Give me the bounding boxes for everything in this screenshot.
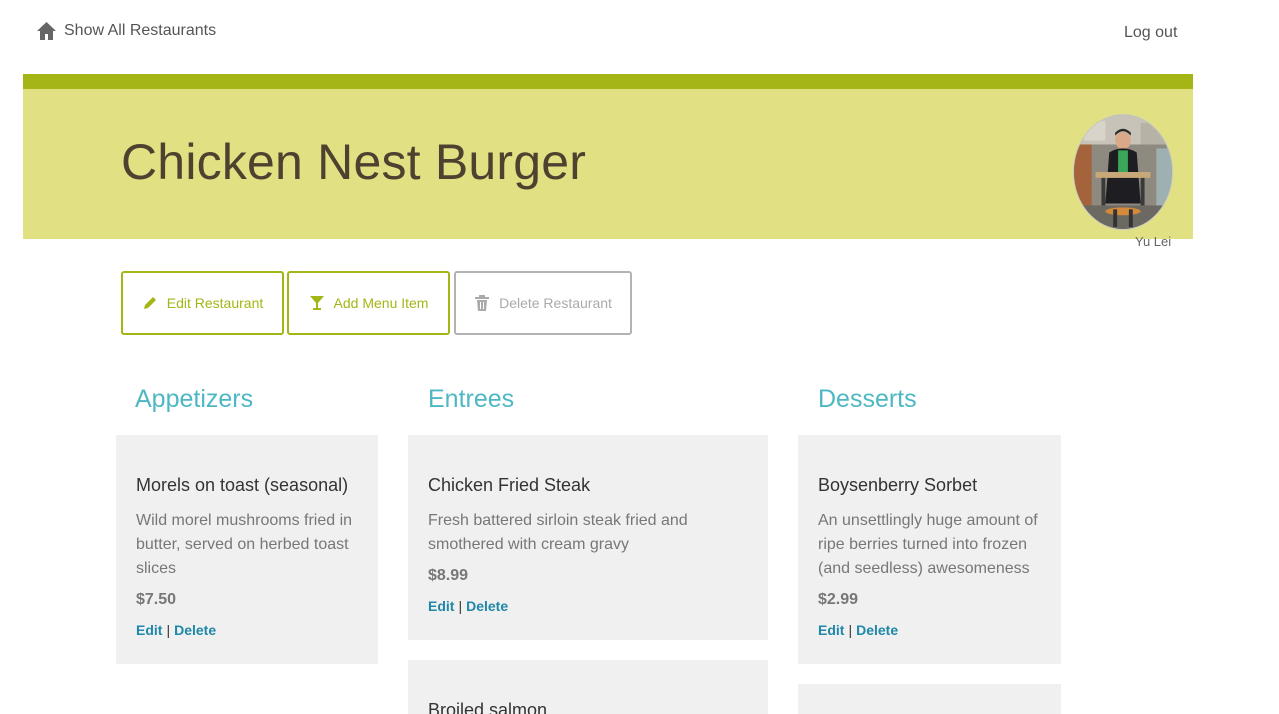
show-all-restaurants-label: Show All Restaurants: [64, 22, 217, 39]
show-all-restaurants-link[interactable]: Show All Restaurants: [37, 22, 216, 40]
pencil-icon: [142, 295, 158, 311]
link-separator: |: [458, 598, 463, 614]
menu-item-price: $7.50: [136, 591, 177, 608]
link-separator: |: [166, 622, 171, 638]
menu-item-card: Chicken Fried Steak Fresh battered sirlo…: [408, 435, 768, 640]
menu-item-links: Edit | Delete: [136, 622, 358, 638]
delete-item-link[interactable]: Delete: [856, 622, 898, 638]
desserts-heading: Desserts: [818, 385, 917, 413]
home-icon: [37, 22, 56, 40]
menu-item-links: Edit | Delete: [428, 598, 748, 614]
menu-item-description: Fresh battered sirloin steak fried and s…: [428, 512, 688, 553]
delete-item-link[interactable]: Delete: [466, 598, 508, 614]
menu-item-links: Edit | Delete: [818, 622, 1041, 638]
logout-link[interactable]: Log out: [1124, 24, 1177, 42]
menu-item-card: [798, 684, 1061, 714]
delete-restaurant-button[interactable]: Delete Restaurant: [454, 271, 632, 335]
edit-item-link[interactable]: Edit: [428, 598, 454, 614]
menu-item-price: $8.99: [428, 567, 469, 584]
menu-item-name: Morels on toast (seasonal): [136, 475, 349, 495]
trash-icon: [474, 295, 490, 311]
delete-item-link[interactable]: Delete: [174, 622, 216, 638]
menu-item-description: Wild morel mushrooms fried in butter, se…: [136, 512, 353, 577]
menu-item-description: An unsettlingly huge amount of ripe berr…: [818, 512, 1038, 577]
menu-item-name: Broiled salmon: [428, 700, 548, 714]
edit-item-link[interactable]: Edit: [136, 622, 162, 638]
add-menu-item-label: Add Menu Item: [333, 295, 429, 311]
cocktail-glass-icon: [309, 295, 325, 311]
menu-item-price: $2.99: [818, 591, 859, 608]
add-menu-item-button[interactable]: Add Menu Item: [287, 271, 450, 335]
appetizers-heading: Appetizers: [135, 385, 254, 413]
entrees-heading: Entrees: [428, 385, 515, 413]
restaurant-title: Chicken Nest Burger: [121, 134, 587, 190]
banner-accent-bar: [23, 74, 1193, 89]
link-separator: |: [848, 622, 853, 638]
edit-restaurant-label: Edit Restaurant: [166, 295, 264, 311]
top-nav: Show All Restaurants Log out: [0, 0, 1279, 70]
restaurant-banner: Chicken Nest Burger: [23, 89, 1193, 239]
delete-restaurant-label: Delete Restaurant: [499, 295, 612, 311]
menu-item-name: Chicken Fried Steak: [428, 475, 591, 495]
edit-item-link[interactable]: Edit: [818, 622, 844, 638]
user-name: Yu Lei: [1135, 234, 1172, 249]
menu-item-card: Broiled salmon: [408, 660, 768, 714]
menu-item-card: Boysenberry Sorbet An unsettlingly huge …: [798, 435, 1061, 664]
menu-item-name: Boysenberry Sorbet: [818, 475, 978, 495]
edit-restaurant-button[interactable]: Edit Restaurant: [121, 271, 284, 335]
menu-item-card: Morels on toast (seasonal) Wild morel mu…: [116, 435, 378, 664]
user-avatar: [1073, 114, 1173, 230]
